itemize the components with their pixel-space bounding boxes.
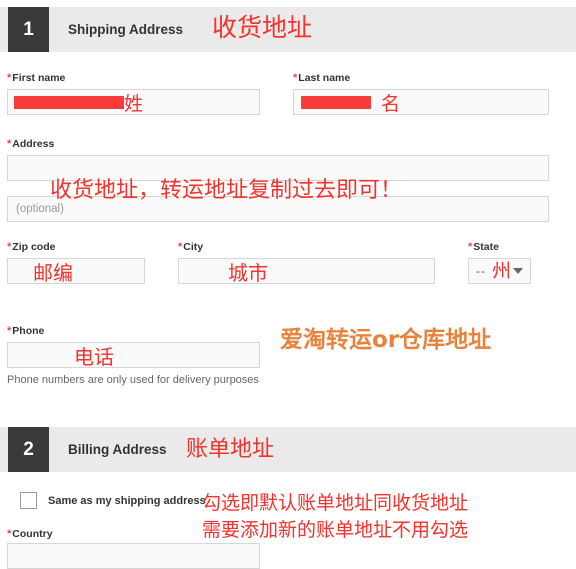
annotation-billing-address: 账单地址 [186, 437, 275, 462]
required-star-zip: * [7, 241, 12, 253]
annotation-address: 收货地址，转运地址复制过去即可！ [50, 178, 403, 203]
step-2-number-badge: 2 [8, 427, 49, 472]
zip-code-label: *Zip code [7, 241, 56, 253]
annotation-phone: 电话 [74, 345, 114, 369]
address-label: *Address [7, 138, 55, 150]
annotation-first-name: 姓 [124, 93, 144, 115]
last-name-input[interactable] [293, 89, 549, 115]
country-select[interactable] [7, 543, 260, 569]
first-name-redaction-bar [14, 96, 124, 109]
phone-input[interactable] [7, 342, 260, 368]
required-star-state: * [468, 241, 473, 253]
required-star-last-name: * [293, 72, 298, 84]
address-line2-placeholder: (optional) [16, 203, 64, 215]
phone-helper-text: Phone numbers are only used for delivery… [7, 374, 259, 386]
zip-code-input[interactable] [7, 258, 145, 284]
step-1-number-badge: 1 [8, 7, 49, 52]
annotation-shipping-address: 收货地址 [212, 13, 313, 42]
required-star-first-name: * [7, 72, 12, 84]
city-label: *City [178, 241, 204, 253]
phone-label: *Phone [7, 325, 45, 337]
city-input[interactable] [178, 258, 435, 284]
same-as-shipping-label: Same as my shipping address [48, 495, 206, 507]
step-2-title: Billing Address [68, 442, 167, 457]
last-name-label: *Last name [293, 72, 351, 84]
first-name-label: *First name [7, 72, 66, 84]
annotation-state: 州 [492, 260, 512, 282]
state-label: *State [468, 241, 499, 253]
required-star-country: * [7, 528, 12, 540]
required-star-address: * [7, 138, 12, 150]
step-1-title: Shipping Address [68, 22, 184, 37]
last-name-redaction-bar [301, 96, 371, 109]
required-star-phone: * [7, 325, 12, 337]
chevron-down-icon [513, 268, 523, 274]
annotation-warehouse-address: 爱淘转运or仓库地址 [280, 327, 492, 353]
annotation-last-name: 名 [381, 93, 401, 115]
checkout-form-page: 1 Shipping Address 收货地址 *First name 姓 *L… [0, 0, 576, 569]
country-label: *Country [7, 528, 53, 540]
annotation-city: 城市 [228, 261, 268, 285]
state-select-value: -- [476, 264, 486, 278]
billing-address-header: 2 Billing Address [0, 427, 576, 472]
required-star-city: * [178, 241, 183, 253]
annotation-billing-checkbox-line2: 需要添加新的账单地址不用勾选 [202, 519, 469, 541]
annotation-zip-code: 邮编 [33, 261, 73, 285]
same-as-shipping-checkbox[interactable] [20, 492, 37, 509]
annotation-billing-checkbox-line1: 勾选即默认账单地址同收货地址 [202, 492, 469, 514]
